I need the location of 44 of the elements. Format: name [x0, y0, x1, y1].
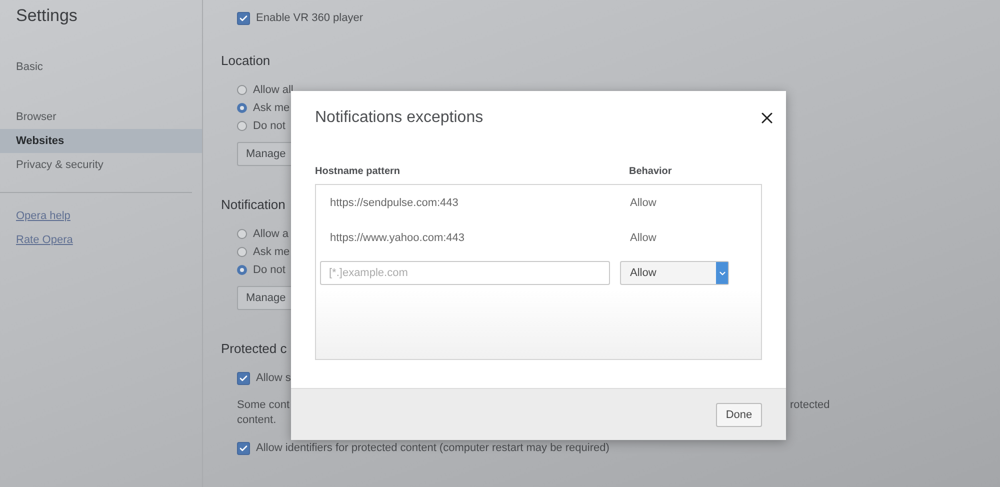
- column-header: Behavior: [629, 166, 673, 179]
- radio-label: Ask me: [253, 246, 290, 258]
- dialog-title: Notifications exceptions: [315, 109, 484, 128]
- column-header: Hostname pattern: [315, 166, 402, 179]
- done-button[interactable]: Done: [716, 402, 762, 426]
- radio-button[interactable]: [237, 247, 247, 257]
- behavior-cell-text: Allow: [630, 232, 658, 244]
- checkbox[interactable]: [237, 12, 250, 24]
- sidebar-link[interactable]: Rate Opera: [16, 228, 73, 252]
- chevron-icon: [716, 262, 728, 284]
- hostname-input[interactable]: [*.]example.com: [320, 261, 610, 285]
- radio-button[interactable]: [237, 103, 247, 113]
- section-heading: Protected c: [221, 341, 287, 357]
- sidebar-link[interactable]: Opera help: [16, 204, 70, 228]
- hostname-cell-text: https://www.yahoo.com:443: [330, 232, 466, 244]
- sidebar-item[interactable]: Browser: [0, 105, 202, 129]
- sidebar-item[interactable]: Websites: [0, 129, 202, 153]
- section-heading: Notification: [221, 197, 286, 213]
- check-icon: [239, 374, 248, 382]
- description-text: content.: [237, 413, 276, 428]
- hostname-cell-text: https://sendpulse.com:443: [330, 196, 460, 208]
- behavior-cell-text: Allow: [630, 196, 658, 208]
- radio-button[interactable]: [237, 265, 247, 275]
- radio-label: Do not: [253, 120, 286, 132]
- checkbox-label: Enable VR 360 player: [256, 12, 364, 24]
- check-icon: [239, 444, 248, 452]
- radio-label: Do not: [253, 264, 286, 276]
- checkbox-label: Allow s: [256, 372, 291, 384]
- checkbox[interactable]: [237, 442, 250, 454]
- radio-button[interactable]: [237, 121, 247, 131]
- checkbox-label: Allow identifiers for protected content (computer restart may be required): [256, 442, 610, 454]
- radio-label: Allow a: [253, 228, 288, 240]
- radio-label: Ask me: [253, 102, 290, 114]
- settings-title: Settings: [15, 5, 78, 27]
- radio-button[interactable]: [237, 229, 247, 239]
- checkbox[interactable]: [237, 372, 250, 384]
- behavior-select[interactable]: Allow: [620, 261, 729, 285]
- check-icon: [239, 14, 248, 22]
- description-text: Some cont: [237, 398, 291, 413]
- sidebar-item[interactable]: Privacy & security: [0, 153, 202, 177]
- sidebar-item[interactable]: Basic: [0, 55, 202, 79]
- section-heading: Location: [221, 53, 270, 69]
- radio-button[interactable]: [237, 85, 247, 95]
- description-text: rotected: [790, 398, 830, 413]
